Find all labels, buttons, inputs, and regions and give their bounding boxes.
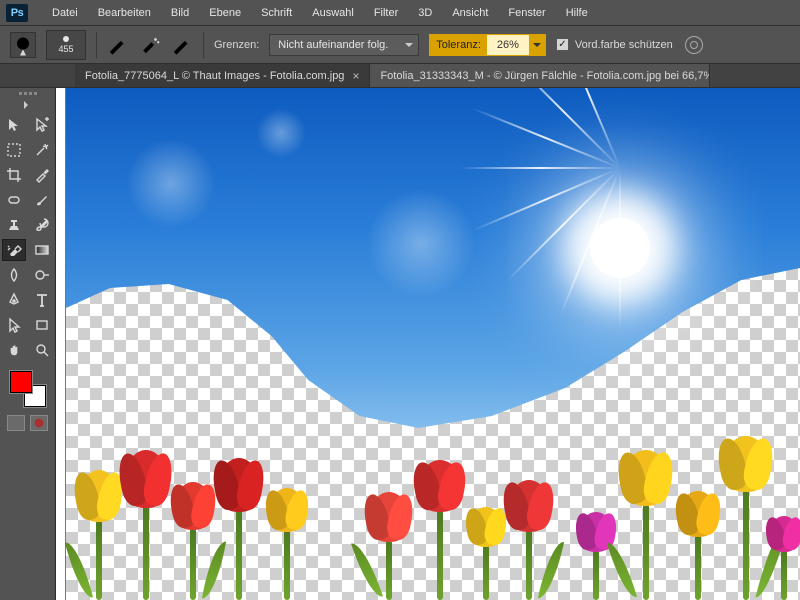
menu-bearbeiten[interactable]: Bearbeiten <box>88 0 161 25</box>
hand-tool[interactable] <box>2 339 26 361</box>
blur-tool[interactable] <box>2 264 26 286</box>
background-eraser-tool[interactable] <box>2 239 26 261</box>
toleranz-value: 26% <box>487 35 529 55</box>
foreground-swatch[interactable] <box>10 371 32 393</box>
toleranz-field[interactable]: Toleranz: 26% <box>429 34 546 56</box>
document-tab[interactable]: Fotolia_7775064_L © Thaut Images - Fotol… <box>75 64 370 87</box>
menu-ebene[interactable]: Ebene <box>199 0 251 25</box>
menu-fenster[interactable]: Fenster <box>498 0 555 25</box>
toleranz-dropdown-icon[interactable] <box>529 35 545 55</box>
tool-preset-picker[interactable] <box>10 32 36 58</box>
edit-mode-row <box>7 415 48 431</box>
flowers-layer <box>66 445 800 600</box>
pressure-opacity-toggle[interactable] <box>171 34 193 56</box>
menu-schrift[interactable]: Schrift <box>251 0 302 25</box>
close-icon[interactable]: × <box>352 69 359 83</box>
document-tabs: Fotolia_7775064_L © Thaut Images - Fotol… <box>0 64 800 88</box>
pressure-size-toggle[interactable] <box>107 34 129 56</box>
pen-pressure-icon <box>107 34 129 56</box>
grenzen-dropdown[interactable]: Nicht aufeinander folg. <box>269 34 419 56</box>
canvas-area[interactable] <box>56 88 800 600</box>
document-tab-label: Fotolia_7775064_L © Thaut Images - Fotol… <box>85 70 344 82</box>
brush-size-value: 455 <box>58 44 73 54</box>
document-canvas[interactable] <box>66 88 800 600</box>
type-tool[interactable] <box>30 289 54 311</box>
grenzen-label: Grenzen: <box>214 39 259 51</box>
clone-stamp-tool[interactable] <box>2 214 26 236</box>
gradient-tool[interactable] <box>30 239 54 261</box>
protect-fg-option[interactable]: ✓ Vord.farbe schützen <box>556 38 673 51</box>
toleranz-label: Toleranz: <box>430 35 487 55</box>
lens-flare <box>256 108 306 158</box>
menu-ansicht[interactable]: Ansicht <box>442 0 498 25</box>
brush-tool[interactable] <box>30 189 54 211</box>
move-tool[interactable] <box>2 114 26 136</box>
options-bar: 455 Grenzen: Nicht aufeinander folg. Tol… <box>0 26 800 64</box>
tablet-pressure-button[interactable] <box>683 34 705 56</box>
color-swatches[interactable] <box>8 371 48 409</box>
menu-hilfe[interactable]: Hilfe <box>556 0 598 25</box>
tools-panel <box>0 88 56 600</box>
lens-flare <box>126 138 216 228</box>
protect-fg-label: Vord.farbe schützen <box>575 39 673 51</box>
magic-wand-tool[interactable] <box>30 139 54 161</box>
menu-bild[interactable]: Bild <box>161 0 199 25</box>
dodge-tool[interactable] <box>30 264 54 286</box>
crop-tool[interactable] <box>2 164 26 186</box>
airbrush-toggle[interactable] <box>139 34 161 56</box>
separator <box>96 32 97 58</box>
target-icon <box>685 36 703 54</box>
quickmask-mode-button[interactable] <box>30 415 48 431</box>
healing-brush-tool[interactable] <box>2 189 26 211</box>
brush-dot-icon <box>63 36 69 42</box>
panel-collapse-toggle[interactable] <box>8 100 48 110</box>
lens-flare <box>366 188 476 298</box>
menu-bar: Ps Datei Bearbeiten Bild Ebene Schrift A… <box>0 0 800 26</box>
workspace <box>0 88 800 600</box>
menu-3d[interactable]: 3D <box>408 0 442 25</box>
vertical-ruler[interactable] <box>56 88 66 600</box>
marquee-tool[interactable] <box>2 139 26 161</box>
grenzen-value: Nicht aufeinander folg. <box>278 39 388 51</box>
app-logo: Ps <box>6 4 28 22</box>
protect-fg-checkbox[interactable]: ✓ <box>556 38 569 51</box>
background-eraser-icon <box>11 33 35 57</box>
brush-preset-picker[interactable]: 455 <box>46 30 86 60</box>
panel-grip[interactable] <box>8 92 48 98</box>
standard-mode-button[interactable] <box>7 415 25 431</box>
tool-grid <box>2 114 54 361</box>
history-brush-tool[interactable] <box>30 214 54 236</box>
zoom-tool[interactable] <box>30 339 54 361</box>
separator <box>203 32 204 58</box>
document-tab-label: Fotolia_31333343_M - © Jürgen Fälchle - … <box>380 70 710 82</box>
artboard-tool[interactable] <box>30 114 54 136</box>
pen-tool[interactable] <box>2 289 26 311</box>
pen-opacity-icon <box>171 34 193 56</box>
menu-auswahl[interactable]: Auswahl <box>302 0 364 25</box>
rectangle-tool[interactable] <box>30 314 54 336</box>
document-tab[interactable]: Fotolia_31333343_M - © Jürgen Fälchle - … <box>370 64 710 87</box>
menu-filter[interactable]: Filter <box>364 0 408 25</box>
eyedropper-tool[interactable] <box>30 164 54 186</box>
menu-datei[interactable]: Datei <box>42 0 88 25</box>
path-selection-tool[interactable] <box>2 314 26 336</box>
airbrush-icon <box>139 34 161 56</box>
